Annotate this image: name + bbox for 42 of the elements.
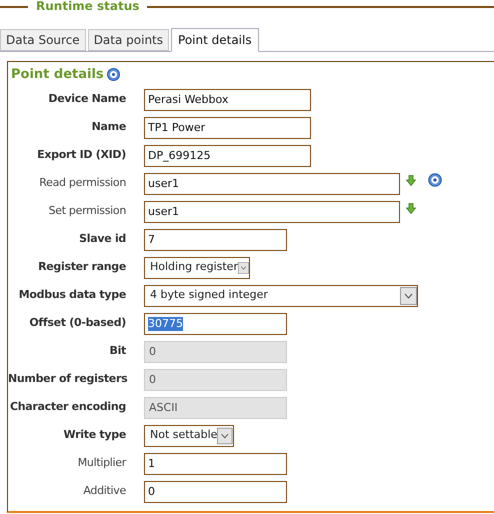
field-label: Register range — [37, 259, 126, 276]
field-label: Multiplier — [76, 455, 126, 472]
input-field[interactable]: 30775 — [144, 312, 287, 334]
input-field[interactable]: TP1 Power — [144, 116, 311, 138]
dropdown-value: Holding register — [150, 259, 238, 276]
input-field[interactable]: DP_699125 — [144, 144, 311, 166]
down-arrow-icon[interactable] — [406, 174, 416, 186]
dropdown-value: Not settable — [150, 427, 218, 444]
tab[interactable]: Point details — [171, 28, 259, 52]
field-label: Name — [90, 119, 126, 136]
chevron-down-icon — [400, 286, 417, 304]
field-label: Slave id — [78, 231, 126, 248]
panel-title: Point details — [11, 66, 104, 84]
field-label: Additive — [82, 483, 126, 500]
dropdown[interactable]: Not settable — [144, 424, 234, 446]
input-field[interactable]: 1 — [144, 452, 287, 474]
field-label: Set permission — [48, 203, 126, 220]
tab[interactable]: Data points — [88, 29, 170, 51]
field-label: Character encoding — [9, 399, 126, 416]
chevron-down-icon — [217, 426, 233, 444]
section-title: Runtime status — [28, 0, 148, 13]
field-label: Modbus data type — [18, 287, 126, 304]
field-label: Number of registers — [8, 371, 126, 388]
input-field[interactable]: user1 — [144, 200, 400, 222]
dropdown-value: 4 byte signed integer — [150, 287, 268, 304]
input-field[interactable]: Perasi Webbox — [144, 88, 311, 110]
down-arrow-icon[interactable] — [406, 202, 416, 214]
field-label: Write type — [62, 427, 126, 444]
field-label: Offset (0-based) — [28, 315, 126, 332]
field-label: Read permission — [38, 175, 126, 192]
readonly-field[interactable]: ASCII — [144, 396, 287, 418]
field-label: Export ID (XID) — [36, 147, 126, 164]
field-label: Device Name — [47, 91, 126, 108]
input-field[interactable]: 0 — [144, 480, 287, 502]
tab[interactable]: Data Source — [0, 29, 86, 51]
readonly-field[interactable]: 0 — [144, 368, 287, 390]
readonly-field[interactable]: 0 — [144, 340, 287, 362]
dropdown[interactable]: Holding register — [144, 256, 250, 278]
field-label: Bit — [108, 343, 126, 360]
input-field[interactable]: user1 — [144, 172, 400, 194]
input-field[interactable]: 7 — [144, 228, 287, 250]
dropdown[interactable]: 4 byte signed integer — [144, 284, 418, 306]
